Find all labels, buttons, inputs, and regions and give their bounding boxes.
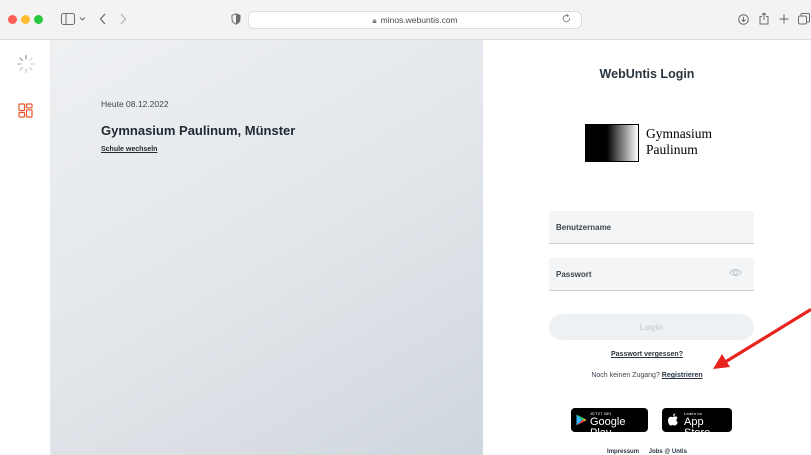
google-play-icon bbox=[576, 414, 587, 426]
address-bar[interactable]: 🔒︎ minos.webuntis.com bbox=[248, 11, 582, 29]
app-store-badge[interactable]: Laden im App Store bbox=[662, 408, 732, 439]
chevron-down-icon[interactable] bbox=[79, 16, 86, 22]
switch-school-link[interactable]: Schule wechseln bbox=[101, 146, 157, 153]
register-link[interactable]: Registrieren bbox=[662, 372, 703, 379]
url-text: minos.webuntis.com bbox=[380, 15, 458, 25]
app-store-text: App Store bbox=[684, 416, 711, 439]
login-panel: WebUntis Login Gymnasium Paulinum Benutz… bbox=[483, 40, 811, 455]
footer-links: Impressum Jobs @ Untis bbox=[483, 449, 811, 455]
current-date: Heute 08.12.2022 bbox=[101, 99, 169, 109]
username-field[interactable]: Benutzername bbox=[549, 211, 754, 244]
lock-icon: 🔒︎ bbox=[372, 16, 377, 25]
dashboard-icon[interactable] bbox=[18, 103, 33, 118]
app-sidebar bbox=[0, 40, 51, 455]
school-logo: Gymnasium Paulinum bbox=[585, 124, 725, 162]
minimize-window-button[interactable] bbox=[21, 15, 30, 24]
google-play-badge[interactable]: JETZT BEI Google Play bbox=[571, 408, 648, 439]
zoom-window-button[interactable] bbox=[34, 15, 43, 24]
google-play-text: Google Play bbox=[590, 416, 626, 439]
share-icon[interactable] bbox=[759, 12, 769, 25]
logo-graphic bbox=[585, 124, 639, 162]
no-access-label: Noch keinen Zugang? bbox=[591, 372, 660, 379]
browser-toolbar: 🔒︎ minos.webuntis.com bbox=[0, 0, 811, 40]
back-icon[interactable] bbox=[99, 13, 107, 25]
close-window-button[interactable] bbox=[8, 15, 17, 24]
reload-icon[interactable] bbox=[562, 14, 571, 24]
school-info-panel: Heute 08.12.2022 Gymnasium Paulinum, Mün… bbox=[51, 40, 483, 455]
tabs-icon[interactable] bbox=[798, 13, 810, 25]
logo-line-2: Paulinum bbox=[646, 142, 698, 157]
school-name: Gymnasium Paulinum, Münster bbox=[101, 123, 296, 138]
logo-line-1: Gymnasium bbox=[646, 126, 712, 141]
shield-icon[interactable] bbox=[231, 13, 241, 25]
jobs-link[interactable]: Jobs @ Untis bbox=[649, 449, 687, 455]
logo-text: Gymnasium Paulinum bbox=[646, 126, 712, 158]
username-label: Benutzername bbox=[556, 223, 612, 232]
download-icon[interactable] bbox=[738, 14, 749, 25]
apple-icon bbox=[668, 413, 678, 426]
password-label: Passwort bbox=[556, 270, 592, 279]
imprint-link[interactable]: Impressum bbox=[607, 449, 639, 455]
annotation-arrow bbox=[713, 308, 811, 369]
forward-icon[interactable] bbox=[119, 13, 127, 25]
new-tab-icon[interactable] bbox=[779, 14, 789, 24]
password-field[interactable]: Passwort bbox=[549, 258, 754, 291]
login-title: WebUntis Login bbox=[599, 67, 695, 81]
show-password-icon[interactable] bbox=[729, 268, 742, 277]
loading-spinner-icon bbox=[16, 54, 36, 74]
sidebar-icon[interactable] bbox=[61, 13, 75, 25]
